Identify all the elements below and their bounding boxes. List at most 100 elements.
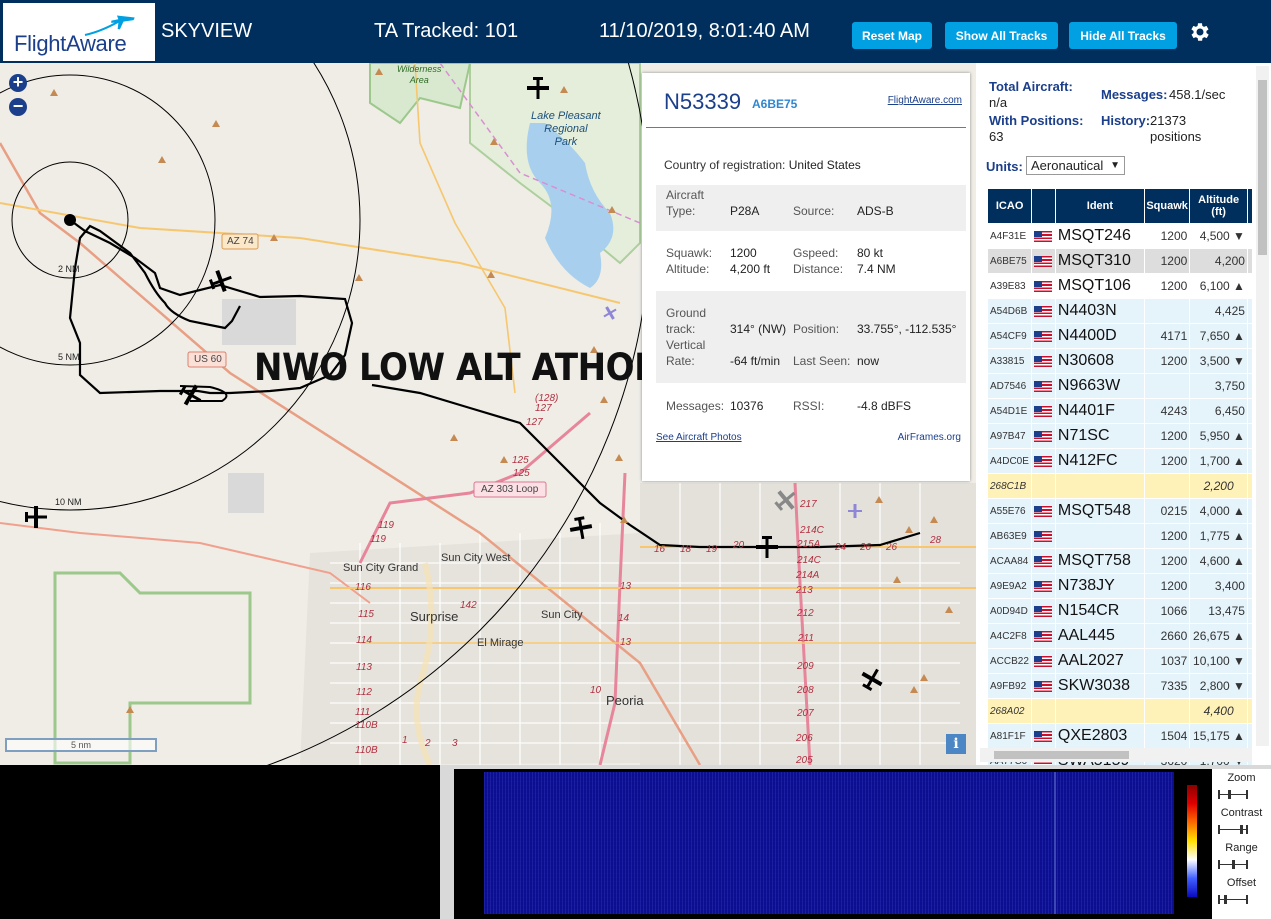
row-altitude: 7,650 ▲ xyxy=(1190,324,1247,348)
zoom-out-button[interactable]: − xyxy=(9,97,27,116)
scale-bar: 5 nm xyxy=(5,738,157,752)
row-flag xyxy=(1032,324,1055,348)
table-row[interactable]: AB63E9 1200 1,775 ▲ xyxy=(988,524,1252,548)
row-end xyxy=(1247,274,1252,298)
table-row[interactable]: A4C2F8 AAL445 2660 26,675 ▲ xyxy=(988,624,1252,648)
column-header-flag[interactable] xyxy=(1032,189,1055,223)
ground-track-label: Ground track: xyxy=(666,306,707,336)
svg-text:110B: 110B xyxy=(355,745,378,756)
hide-all-tracks-button[interactable]: Hide All Tracks xyxy=(1069,22,1177,49)
row-end xyxy=(1247,474,1252,498)
svg-text:112: 112 xyxy=(356,687,372,698)
table-row[interactable]: A54D6B N4403N 4,425 xyxy=(988,299,1252,323)
slider-handle[interactable] xyxy=(1240,825,1243,834)
row-altitude: 4,000 ▲ xyxy=(1190,499,1247,523)
row-flag xyxy=(1032,599,1055,623)
flightaware-link[interactable]: FlightAware.com xyxy=(888,95,962,106)
column-header-squawk[interactable]: Squawk xyxy=(1144,189,1190,223)
svg-text:20: 20 xyxy=(732,540,745,551)
row-altitude: 3,500 ▼ xyxy=(1190,349,1247,373)
history-label: History: xyxy=(1101,113,1151,128)
map-label-surprise: Surprise xyxy=(410,609,459,624)
scrollbar-thumb[interactable] xyxy=(1258,80,1267,255)
us-flag-icon xyxy=(1034,680,1053,692)
panel-divider-vertical[interactable] xyxy=(440,765,454,919)
total-aircraft-value: n/a xyxy=(989,95,1008,110)
svg-text:2: 2 xyxy=(424,738,431,749)
settings-gear-icon[interactable] xyxy=(1187,20,1211,44)
table-row[interactable]: A4DC0E N412FC 1200 1,700 ▲ xyxy=(988,449,1252,473)
units-select[interactable]: Aeronautical ▼ xyxy=(1026,156,1125,175)
map-info-button[interactable]: i xyxy=(946,734,966,754)
table-row[interactable]: 268A02 4,400 xyxy=(988,699,1252,723)
svg-text:206: 206 xyxy=(795,733,813,744)
airframes-link[interactable]: AirFrames.org xyxy=(898,432,961,443)
table-row[interactable]: A39E83 MSQT106 1200 6,100 ▲ xyxy=(988,274,1252,298)
row-altitude: 4,600 ▲ xyxy=(1190,549,1247,573)
row-ident: MSQT310 xyxy=(1055,249,1144,273)
row-squawk: 1200 xyxy=(1144,449,1190,473)
table-row[interactable]: A54CF9 N4400D 4171 7,650 ▲ xyxy=(988,324,1252,348)
messages-rssi-block: Messages: 10376 RSSI: -4.8 dBFS xyxy=(656,398,966,418)
row-ident: N738JY xyxy=(1055,574,1144,598)
map-label-sun-city-grand: Sun City Grand xyxy=(343,562,419,574)
row-ident: N30608 xyxy=(1055,349,1144,373)
us-flag-icon xyxy=(1034,430,1053,442)
waterfall-display[interactable] xyxy=(454,769,1212,919)
column-header-altitude[interactable]: Altitude (ft) xyxy=(1190,189,1247,223)
row-squawk: 1200 xyxy=(1144,549,1190,573)
table-row[interactable]: A0D94D N154CR 1066 13,475 xyxy=(988,599,1252,623)
table-row[interactable]: ACAA84 MSQT758 1200 4,600 ▲ xyxy=(988,549,1252,573)
show-all-tracks-button[interactable]: Show All Tracks xyxy=(945,22,1058,49)
sidebar-horizontal-scrollbar[interactable] xyxy=(980,748,1252,762)
table-row[interactable]: 268C1B 2,200 xyxy=(988,474,1252,498)
slider-handle[interactable] xyxy=(1224,895,1227,904)
table-row[interactable]: A6BE75 MSQT310 1200 4,200 xyxy=(988,249,1252,273)
row-icao: A33815 xyxy=(988,349,1032,373)
column-header-ident[interactable]: Ident xyxy=(1055,189,1144,223)
row-flag xyxy=(1032,549,1055,573)
row-altitude: 3,400 xyxy=(1190,574,1247,598)
row-flag xyxy=(1032,424,1055,448)
zoom-slider[interactable] xyxy=(1218,790,1248,799)
svg-text:26: 26 xyxy=(885,542,898,553)
svg-text:116: 116 xyxy=(355,582,371,593)
table-row[interactable]: A55E76 MSQT548 0215 4,000 ▲ xyxy=(988,499,1252,523)
table-row[interactable]: AD7546 N9663W 3,750 xyxy=(988,374,1252,398)
svg-text:125: 125 xyxy=(512,455,529,466)
range-slider[interactable] xyxy=(1218,860,1248,869)
table-row[interactable]: A9FB92 SKW3038 7335 2,800 ▼ xyxy=(988,674,1252,698)
aircraft-type-block: Aircraft Type: P28A Source: ADS-B xyxy=(656,185,966,231)
waterfall-plot xyxy=(484,772,1174,914)
row-icao: A55E76 xyxy=(988,499,1032,523)
squawk-value: 1200 xyxy=(730,246,757,260)
table-row[interactable]: A97B47 N71SC 1200 5,950 ▲ xyxy=(988,424,1252,448)
sidebar-vertical-scrollbar[interactable] xyxy=(1256,66,1269,746)
row-ident: AAL2027 xyxy=(1055,649,1144,673)
table-row[interactable]: ACCB22 AAL2027 1037 10,100 ▼ xyxy=(988,649,1252,673)
table-row[interactable]: A33815 N30608 1200 3,500 ▼ xyxy=(988,349,1252,373)
reset-map-button[interactable]: Reset Map xyxy=(852,22,932,49)
offset-slider[interactable] xyxy=(1218,895,1248,904)
row-flag xyxy=(1032,474,1055,498)
svg-text:28: 28 xyxy=(929,535,942,546)
tracked-count: TA Tracked: 101 xyxy=(374,20,519,42)
column-header-icao[interactable]: ICAO xyxy=(988,189,1032,223)
table-row[interactable]: A4F31E MSQT246 1200 4,500 ▼ xyxy=(988,224,1252,248)
see-aircraft-photos-link[interactable]: See Aircraft Photos xyxy=(656,432,742,443)
total-aircraft-label: Total Aircraft: xyxy=(989,79,1073,94)
slider-handle[interactable] xyxy=(1232,860,1235,869)
table-row[interactable]: A9E9A2 N738JY 1200 3,400 xyxy=(988,574,1252,598)
slider-handle[interactable] xyxy=(1228,790,1231,799)
table-row[interactable]: A81F1F QXE2803 1504 15,175 ▲ xyxy=(988,724,1252,748)
row-altitude: 15,175 ▲ xyxy=(1190,724,1247,748)
altitude-value: 4,200 ft xyxy=(730,262,771,276)
scrollbar-thumb[interactable] xyxy=(994,751,1129,759)
waterfall-signal-line xyxy=(1054,772,1056,914)
table-row[interactable]: A54D1E N4401F 4243 6,450 xyxy=(988,399,1252,423)
row-squawk: 4243 xyxy=(1144,399,1190,423)
zoom-in-button[interactable]: + xyxy=(9,73,27,92)
flightaware-logo[interactable]: FlightAware xyxy=(3,3,155,61)
contrast-slider[interactable] xyxy=(1218,825,1248,834)
svg-text:215A: 215A xyxy=(796,539,821,550)
